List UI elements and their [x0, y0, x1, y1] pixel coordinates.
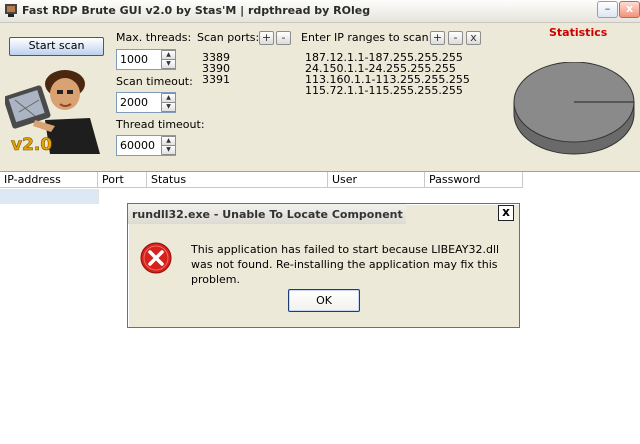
spin-down-icon[interactable]: ▼ — [161, 102, 176, 112]
title-bar: Fast RDP Brute GUI v2.0 by Stas'M | rdpt… — [0, 0, 640, 23]
ports-list[interactable]: 3389 3390 3391 — [202, 52, 262, 85]
logo-image: v2.0 — [5, 70, 100, 155]
add-port-button[interactable]: + — [259, 31, 274, 45]
start-scan-button[interactable]: Start scan — [9, 37, 104, 56]
clear-ranges-button[interactable]: x — [466, 31, 481, 45]
dialog-title-bar: rundll32.exe - Unable To Locate Componen… — [128, 204, 406, 224]
list-item[interactable]: 115.72.1.1-115.255.255.255 — [305, 85, 505, 96]
max-threads-stepper[interactable]: 1000 ▲ ▼ — [116, 49, 176, 70]
ok-button[interactable]: OK — [288, 289, 360, 312]
app-icon — [5, 4, 17, 17]
scan-timeout-label: Scan timeout: — [116, 75, 193, 88]
statistics-pie-chart — [513, 62, 635, 155]
column-header-password[interactable]: Password — [425, 172, 523, 188]
logo-badge: v2.0 — [11, 135, 52, 155]
max-threads-value: 1000 — [120, 53, 148, 66]
thread-timeout-label: Thread timeout: — [116, 118, 205, 131]
scan-timeout-value: 2000 — [120, 96, 148, 109]
max-threads-label: Max. threads: — [116, 31, 192, 44]
error-icon — [140, 242, 172, 274]
column-header-user[interactable]: User — [328, 172, 425, 188]
thread-timeout-value: 60000 — [120, 139, 155, 152]
ip-ranges-list[interactable]: 187.12.1.1-187.255.255.255 24.150.1.1-24… — [305, 52, 505, 96]
table-row[interactable] — [0, 189, 98, 204]
statistics-label: Statistics — [549, 26, 608, 39]
thread-timeout-stepper[interactable]: 60000 ▲ ▼ — [116, 135, 176, 156]
remove-range-button[interactable]: - — [448, 31, 463, 45]
spin-down-icon[interactable]: ▼ — [161, 145, 176, 155]
column-header-status[interactable]: Status — [147, 172, 328, 188]
column-header-port[interactable]: Port — [98, 172, 147, 188]
minimize-button[interactable]: – — [597, 1, 618, 18]
scan-timeout-stepper[interactable]: 2000 ▲ ▼ — [116, 92, 176, 113]
error-dialog: rundll32.exe - Unable To Locate Componen… — [127, 203, 520, 328]
dialog-title: rundll32.exe - Unable To Locate Componen… — [132, 208, 403, 221]
scan-ports-label: Scan ports: — [197, 31, 260, 44]
ip-ranges-label: Enter IP ranges to scan: — [301, 31, 433, 44]
column-header-ip[interactable]: IP-address — [0, 172, 98, 188]
window-title: Fast RDP Brute GUI v2.0 by Stas'M | rdpt… — [22, 4, 371, 17]
column-divider — [98, 189, 99, 204]
close-button[interactable]: x — [619, 1, 640, 18]
add-range-button[interactable]: + — [430, 31, 445, 45]
dialog-close-button[interactable]: x — [498, 205, 514, 221]
list-item[interactable]: 3391 — [202, 74, 262, 85]
remove-port-button[interactable]: - — [276, 31, 291, 45]
spin-down-icon[interactable]: ▼ — [161, 59, 176, 69]
dialog-message: This application has failed to start bec… — [191, 243, 500, 286]
